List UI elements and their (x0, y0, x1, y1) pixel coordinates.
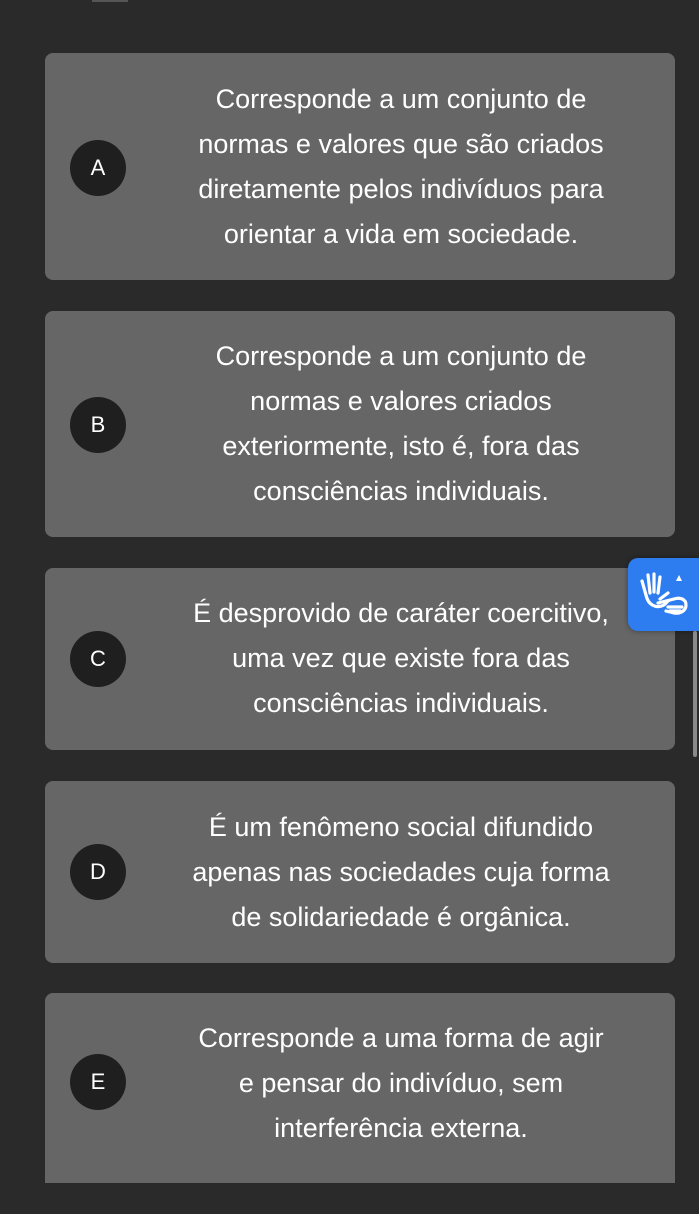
option-e-letter: E (70, 1054, 126, 1110)
sign-language-hands-icon (640, 572, 688, 615)
option-e[interactable]: E Corresponde a uma forma de agir e pens… (45, 993, 675, 1183)
option-b[interactable]: B Corresponde a um conjunto de normas e … (45, 311, 675, 537)
answer-options-list: A Corresponde a um conjunto de normas e … (45, 53, 675, 1214)
option-d-letter: D (70, 844, 126, 900)
option-d-text: É um fenômeno social difundido apenas na… (192, 812, 610, 932)
libras-accessibility-button[interactable] (628, 558, 699, 631)
option-e-text: Corresponde a uma forma de agir e pensar… (198, 1023, 604, 1143)
option-b-text: Corresponde a um conjunto de normas e va… (215, 341, 587, 506)
option-d[interactable]: D É um fenômeno social difundido apenas … (45, 781, 675, 963)
option-c[interactable]: C É desprovido de caráter coercitivo, um… (45, 568, 675, 750)
option-a-text: Corresponde a um conjunto de normas e va… (198, 84, 604, 249)
option-b-letter: B (70, 397, 126, 453)
top-divider-fragment (92, 0, 128, 2)
option-c-letter: C (70, 631, 126, 687)
scrollbar-thumb[interactable] (693, 631, 697, 757)
option-a[interactable]: A Corresponde a um conjunto de normas e … (45, 53, 675, 280)
option-a-letter: A (70, 140, 126, 196)
option-c-text: É desprovido de caráter coercitivo, uma … (193, 598, 609, 718)
